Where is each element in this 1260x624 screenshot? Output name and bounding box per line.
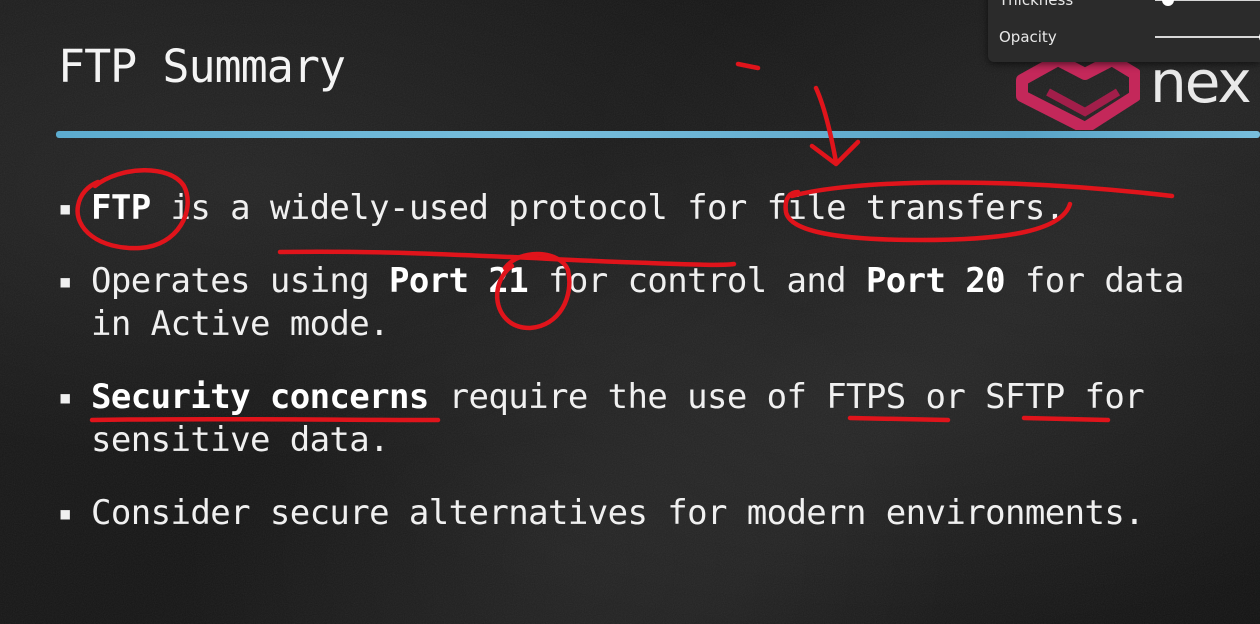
title-divider <box>56 131 1260 138</box>
thickness-slider-thumb[interactable] <box>1162 0 1175 6</box>
thickness-row: Thickness <box>999 0 1260 11</box>
ink-arrow-head <box>809 139 861 167</box>
bullet-bold-text: Security concerns <box>91 377 429 417</box>
bullet-marker: ▪ <box>58 267 72 295</box>
slide-canvas: FTP Summary ▪ FTP is a widely-used protoc… <box>0 0 1260 624</box>
bullet-item: ▪ Consider secure alternatives for modern… <box>56 492 1196 535</box>
bullet-text: for control and <box>528 261 866 301</box>
pen-settings-panel: Thickness Opacity <box>988 0 1260 62</box>
bullet-text: is a widely-used protocol for file trans… <box>150 188 1065 228</box>
bullet-text: Consider secure alternatives for modern … <box>91 493 1145 533</box>
bullet-marker: ▪ <box>58 194 72 222</box>
opacity-slider[interactable] <box>1155 31 1260 43</box>
bullet-bold-text: Port 21 <box>389 261 529 301</box>
bullet-marker: ▪ <box>58 499 72 527</box>
bullet-item: ▪ Operates using Port 21 for control and … <box>56 260 1196 346</box>
bullet-marker: ▪ <box>58 383 72 411</box>
bullet-text: Operates using <box>91 261 390 301</box>
bullet-bold-text: Port 20 <box>865 261 1006 301</box>
bullet-list: ▪ FTP is a widely-used protocol for file … <box>56 187 1196 535</box>
slide-title: FTP Summary <box>58 40 346 93</box>
ink-dash-top <box>735 61 761 71</box>
ink-arrow-shaft <box>813 85 839 165</box>
thickness-label: Thickness <box>999 0 1074 9</box>
opacity-label: Opacity <box>999 28 1057 46</box>
opacity-row: Opacity <box>999 26 1260 48</box>
thickness-slider[interactable] <box>1155 0 1260 6</box>
bullet-bold-text: FTP <box>91 188 151 228</box>
bullet-item: ▪ Security concerns require the use of FT… <box>56 376 1196 462</box>
bullet-item: ▪ FTP is a widely-used protocol for file … <box>56 187 1196 230</box>
